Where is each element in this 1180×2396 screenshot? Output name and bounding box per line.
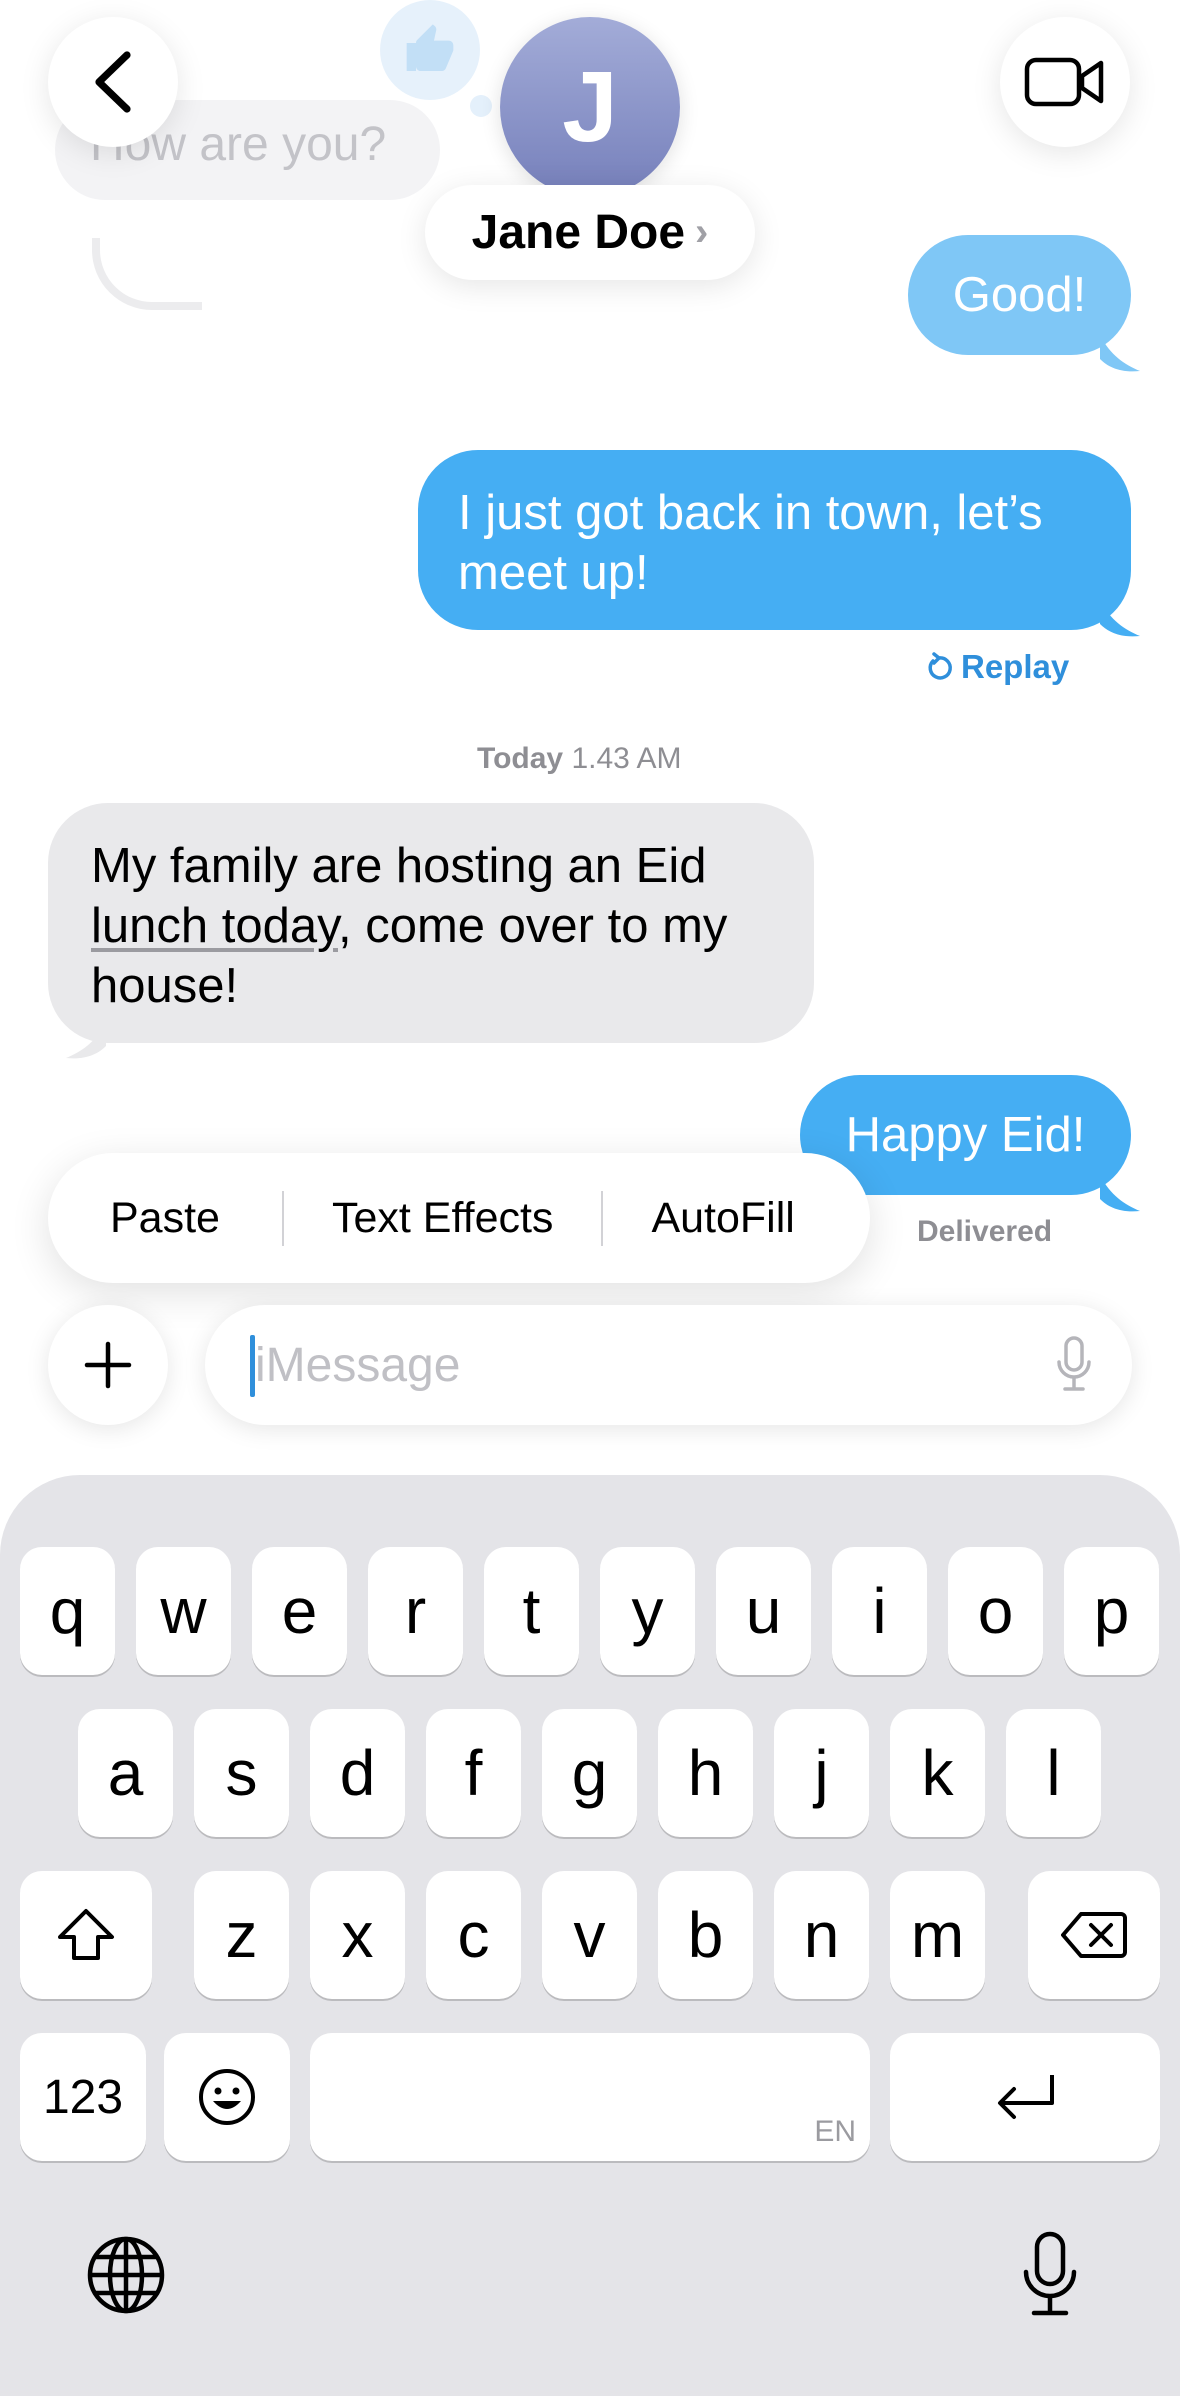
paste-menu-item[interactable]: Paste — [48, 1194, 282, 1243]
message-input-placeholder: iMessage — [255, 1339, 461, 1392]
plus-icon — [84, 1341, 132, 1389]
replay-label: Replay — [961, 648, 1070, 685]
delete-key[interactable] — [1028, 1871, 1160, 1999]
key-n[interactable]: n — [774, 1871, 869, 1999]
return-key[interactable] — [890, 2033, 1160, 2161]
text-effects-menu-item[interactable]: Text Effects — [284, 1194, 601, 1243]
key-w[interactable]: w — [136, 1547, 231, 1675]
numbers-key[interactable]: 123 — [20, 2033, 146, 2161]
message-text-line: I just got back in town, let’s — [458, 486, 1043, 540]
received-message-bubble[interactable]: My family are hosting an Eid lunch today… — [48, 803, 814, 1043]
key-x[interactable]: x — [310, 1871, 405, 1999]
key-u[interactable]: u — [716, 1547, 811, 1675]
key-s[interactable]: s — [194, 1709, 289, 1837]
delete-icon — [1061, 1912, 1127, 1958]
tapback-bubble-dot — [470, 95, 492, 117]
dictation-button[interactable] — [1054, 1335, 1094, 1400]
timestamp-time: 1.43 AM — [571, 742, 682, 775]
keyboard-dictation-button[interactable] — [1020, 2230, 1080, 2325]
bubble-tail — [1100, 335, 1140, 372]
emoji-icon — [199, 2069, 255, 2125]
key-y[interactable]: y — [600, 1547, 695, 1675]
key-b[interactable]: b — [658, 1871, 753, 1999]
edit-menu: Paste Text Effects AutoFill — [48, 1153, 870, 1283]
key-a[interactable]: a — [78, 1709, 173, 1837]
key-l[interactable]: l — [1006, 1709, 1101, 1837]
chevron-left-icon — [95, 51, 131, 113]
key-f[interactable]: f — [426, 1709, 521, 1837]
sent-message-bubble[interactable]: Good! — [908, 235, 1131, 355]
key-m[interactable]: m — [890, 1871, 985, 1999]
contact-name: Jane Doe — [471, 206, 686, 259]
language-label: EN — [814, 2115, 856, 2148]
dictation-icon — [1023, 2231, 1077, 2316]
message-text-fragment: , come over to my — [338, 899, 728, 953]
bubble-tail — [66, 1022, 106, 1059]
thumbs-up-tapback-icon — [380, 0, 480, 100]
apps-button[interactable] — [48, 1305, 168, 1425]
message-input[interactable]: iMessage — [205, 1305, 1132, 1425]
faded-reply-line — [92, 238, 202, 310]
message-text: Good! — [952, 268, 1087, 322]
contact-name-button[interactable]: Jane Doe › — [425, 185, 755, 280]
key-e[interactable]: e — [252, 1547, 347, 1675]
emoji-key[interactable] — [164, 2033, 290, 2161]
shift-icon — [58, 1909, 114, 1960]
key-o[interactable]: o — [948, 1547, 1043, 1675]
key-j[interactable]: j — [774, 1709, 869, 1837]
keyboard: q w e r t y u i o p a s d f g h j k l z … — [0, 1475, 1180, 2396]
bubble-tail — [1100, 600, 1140, 637]
message-text: Happy Eid! — [845, 1108, 1086, 1162]
sent-message-bubble[interactable]: I just got back in town, let’s meet up! — [418, 450, 1131, 630]
key-p[interactable]: p — [1064, 1547, 1159, 1675]
shift-key[interactable] — [20, 1871, 152, 1999]
detected-data-link[interactable]: lunch today — [91, 899, 338, 953]
chevron-right-icon: › — [695, 210, 709, 254]
key-g[interactable]: g — [542, 1709, 637, 1837]
key-i[interactable]: i — [832, 1547, 927, 1675]
key-r[interactable]: r — [368, 1547, 463, 1675]
facetime-video-button[interactable] — [1000, 17, 1130, 147]
bubble-tail — [1100, 1175, 1140, 1212]
delivered-status: Delivered — [917, 1215, 1053, 1248]
key-h[interactable]: h — [658, 1709, 753, 1837]
timestamp: Today 1.43 AM — [477, 742, 682, 776]
return-icon — [998, 2075, 1054, 2119]
video-camera-icon — [1024, 57, 1104, 107]
space-bar[interactable]: EN — [310, 2033, 870, 2161]
key-t[interactable]: t — [484, 1547, 579, 1675]
key-d[interactable]: d — [310, 1709, 405, 1837]
globe-button[interactable] — [86, 2235, 166, 2320]
microphone-icon — [1057, 1336, 1091, 1391]
key-c[interactable]: c — [426, 1871, 521, 1999]
autofill-menu-item[interactable]: AutoFill — [603, 1194, 842, 1243]
back-button[interactable] — [48, 17, 178, 147]
message-text-line: house! — [91, 959, 239, 1013]
message-text-line: lunch today, come over to my — [91, 896, 771, 956]
key-v[interactable]: v — [542, 1871, 637, 1999]
message-text-line: meet up! — [458, 546, 649, 600]
replay-button[interactable]: Replay — [925, 648, 1069, 686]
key-z[interactable]: z — [194, 1871, 289, 1999]
globe-icon — [87, 2236, 165, 2314]
message-text-line: My family are hosting an Eid — [91, 839, 707, 893]
replay-icon — [928, 652, 952, 680]
timestamp-day: Today — [477, 742, 564, 775]
avatar[interactable]: J — [500, 17, 680, 197]
key-q[interactable]: q — [20, 1547, 115, 1675]
key-k[interactable]: k — [890, 1709, 985, 1837]
